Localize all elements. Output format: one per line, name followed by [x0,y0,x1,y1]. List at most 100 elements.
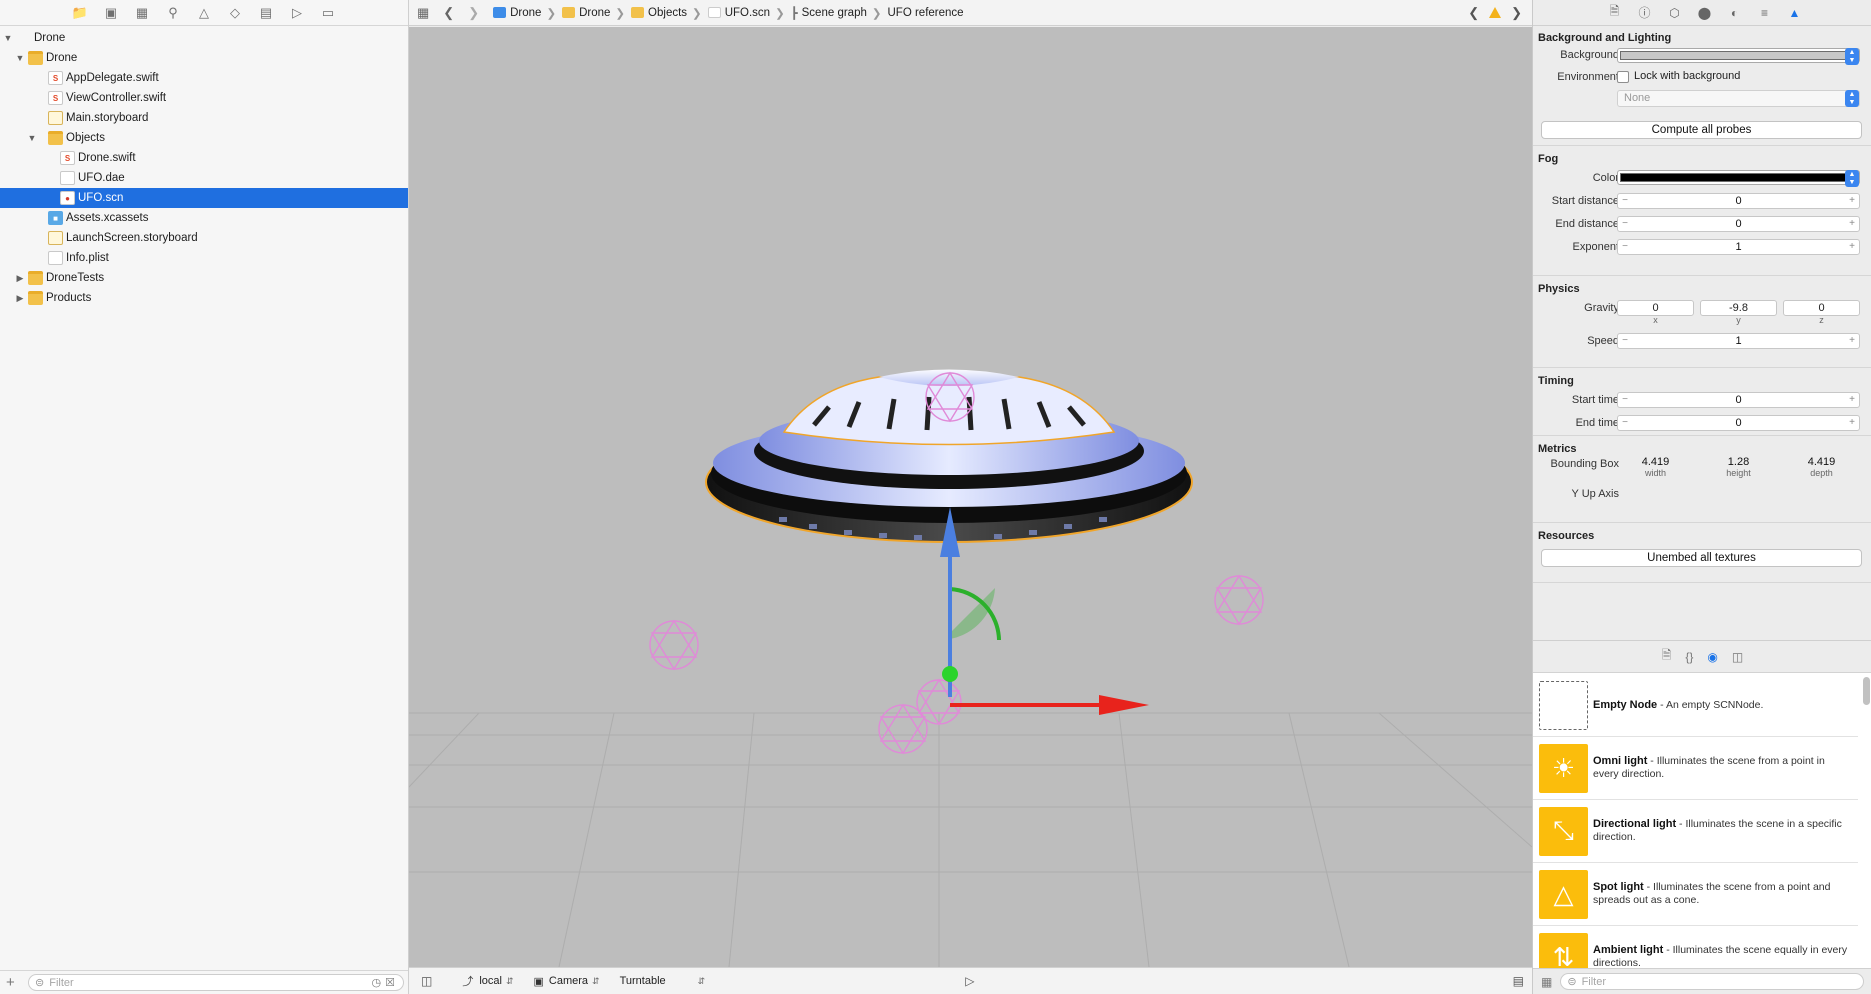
forward-arrow-icon[interactable]: ❯ [468,5,479,21]
tree-row[interactable]: LaunchScreen.storyboard [0,228,408,248]
test-icon[interactable]: ◇ [227,5,243,21]
report-icon[interactable]: ▭ [320,5,336,21]
tree-row[interactable]: ▼ Drone [0,28,408,48]
library-item[interactable]: ⤡ Directional light - Illuminates the sce… [1533,800,1858,863]
start-time-value[interactable]: 0 [1632,394,1845,406]
updown-icon[interactable]: ▲ ▼ [1845,89,1859,107]
disclosure-open-icon[interactable]: ▼ [27,133,37,143]
gizmo-center[interactable] [942,666,958,682]
fog-exponent-value[interactable]: 1 [1632,241,1845,253]
tree-row[interactable]: Info.plist [0,248,408,268]
tree-row[interactable]: S Drone.swift [0,148,408,168]
disclosure-open-icon[interactable]: ▼ [3,33,13,43]
tree-row[interactable]: ● UFO.scn [0,188,408,208]
tree-row[interactable]: Main.storyboard [0,108,408,128]
disclosure-closed-icon[interactable]: ▶ [15,273,25,284]
quick-help-icon[interactable]: ⓘ [1637,5,1652,20]
camera-popup[interactable]: ▣ Camera ⇵ [534,975,600,988]
next-issue-icon[interactable]: ❯ [1511,5,1522,21]
crumb-group-drone[interactable]: Drone [562,7,610,19]
recent-files-icon[interactable]: ◷☒ [372,976,399,989]
updown-icon[interactable]: ▲ ▼ [1845,170,1859,187]
background-color-well[interactable]: ▲ ▼ [1617,47,1860,65]
library-filter-input[interactable]: ⊜ Filter [1560,973,1865,990]
crumb-group-objects[interactable]: Objects [631,7,687,19]
increment-button[interactable]: + [1845,195,1859,206]
compute-probes-button[interactable]: Compute all probes [1541,121,1862,139]
light-marker[interactable] [1214,574,1264,626]
tree-row[interactable]: ▼ Objects [0,128,408,148]
fog-color-well[interactable]: ▲ ▼ [1617,170,1860,187]
checkbox-box[interactable] [1617,70,1629,83]
debug-icon[interactable]: ▤ [258,5,274,21]
decrement-button[interactable]: − [1618,335,1632,346]
inspector-toggle-icon[interactable]: ▤ [1513,974,1524,988]
lock-background-checkbox[interactable]: Lock with background [1617,70,1740,83]
scene-render[interactable] [409,27,1532,967]
attributes-inspector-icon[interactable]: ⬤ [1697,5,1712,20]
decrement-button[interactable]: − [1618,417,1632,428]
decrement-button[interactable]: − [1618,195,1632,206]
media-library-icon[interactable]: ◫ [1732,650,1743,664]
navigator-filter-input[interactable]: ⊜ Filter ◷☒ [28,974,404,991]
source-control-icon[interactable]: ▣ [103,5,119,21]
tree-row[interactable]: S ViewController.swift [0,88,408,108]
folder-icon[interactable]: 📁 [72,5,88,21]
start-time-field[interactable]: −0 + [1617,391,1860,408]
fog-start-value[interactable]: 0 [1632,195,1845,207]
disclosure-open-icon[interactable]: ▼ [15,53,25,63]
animation-inspector-icon[interactable]: ≡ [1757,5,1772,20]
tree-row[interactable]: ▶ Products [0,288,408,308]
increment-button[interactable]: + [1845,417,1859,428]
tree-row[interactable]: S AppDelegate.swift [0,68,408,88]
end-time-field[interactable]: −0 + [1617,414,1860,431]
end-time-value[interactable]: 0 [1632,417,1845,429]
disclosure-closed-icon[interactable]: ▶ [15,293,25,304]
fog-end-value[interactable]: 0 [1632,218,1845,230]
library-item[interactable]: ☀ Omni light - Illuminates the scene from… [1533,737,1858,800]
tree-row[interactable]: ▶ DroneTests [0,268,408,288]
gravity-x-field[interactable]: 0 [1617,299,1694,316]
search-icon[interactable]: ⚲ [165,5,181,21]
light-marker[interactable] [649,619,699,671]
file-inspector-icon[interactable]: 🗎 [1607,4,1622,20]
increment-button[interactable]: + [1845,241,1859,252]
environment-select[interactable]: None ▲ ▼ [1617,89,1860,107]
related-items-icon[interactable]: ▦ [417,5,429,21]
library-scrollbar[interactable] [1863,677,1870,705]
speed-value[interactable]: 1 [1632,335,1845,347]
unembed-textures-button[interactable]: Unembed all textures [1541,549,1862,567]
tree-row[interactable]: ▼ Drone [0,48,408,68]
play-icon[interactable]: ▷ [965,974,974,988]
decrement-button[interactable]: − [1618,218,1632,229]
previous-issue-icon[interactable]: ❮ [1468,5,1479,21]
crumb-ufo-reference[interactable]: UFO reference [888,7,964,19]
object-library-icon[interactable]: ◉ [1707,650,1717,664]
tree-row[interactable]: ■ Assets.xcassets [0,208,408,228]
issue-icon[interactable]: △ [196,5,212,21]
x-axis-arrow[interactable] [1099,695,1149,715]
scene-inspector-icon[interactable]: ▲ [1787,5,1802,20]
tree-row[interactable]: UFO.dae [0,168,408,188]
speed-field[interactable]: −1 + [1617,332,1860,349]
fog-exponent-field[interactable]: −1 + [1617,238,1860,255]
updown-icon[interactable]: ▲ ▼ [1845,47,1859,65]
coordinate-space-popup[interactable]: ⤴ local ⇵ [462,973,513,989]
node-inspector-icon[interactable]: ⬡ [1667,5,1682,20]
decrement-button[interactable]: − [1618,241,1632,252]
code-snippet-icon[interactable]: {} [1685,650,1693,664]
library-item[interactable]: Empty Node - An empty SCNNode. [1533,674,1858,737]
increment-button[interactable]: + [1845,394,1859,405]
increment-button[interactable]: + [1845,218,1859,229]
add-icon[interactable]: + [6,974,24,991]
grid-view-icon[interactable]: ▦ [1541,975,1552,989]
crumb-file[interactable]: UFO.scn [707,7,770,19]
library-list[interactable]: Empty Node - An empty SCNNode. ☀ Omni ligh… [1533,674,1858,968]
breakpoint-icon[interactable]: ▷ [289,5,305,21]
outline-toggle-icon[interactable]: ◫ [421,974,432,988]
increment-button[interactable]: + [1845,335,1859,346]
crumb-scene-graph[interactable]: ┣ Scene graph [791,6,867,20]
decrement-button[interactable]: − [1618,394,1632,405]
symbol-icon[interactable]: ▦ [134,5,150,21]
gravity-z-field[interactable]: 0 [1783,299,1860,316]
